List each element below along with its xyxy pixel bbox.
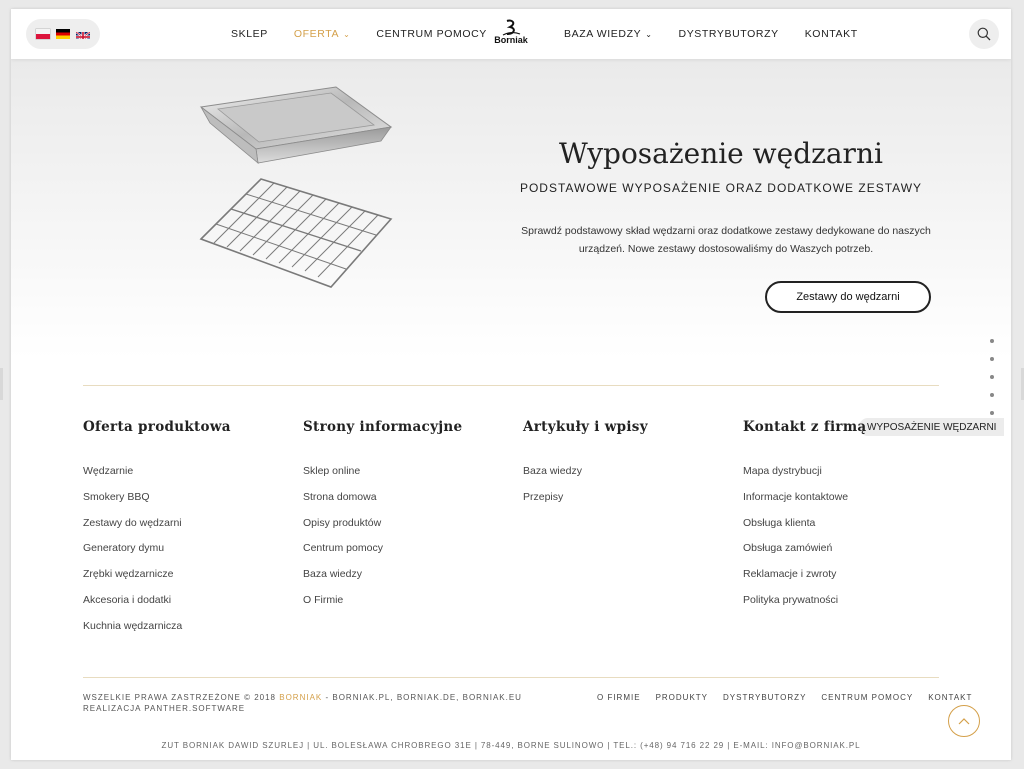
- footer-link[interactable]: Przepisy: [523, 491, 733, 517]
- section-dot[interactable]: [990, 375, 994, 379]
- nav-dystrybutorzy[interactable]: DYSTRYBUTORZY: [679, 28, 779, 40]
- footer-link[interactable]: Mapa dystrybucji: [743, 465, 953, 491]
- bottom-nav-produkty[interactable]: PRODUKTY: [656, 693, 708, 702]
- footer-column-title: Kontakt z firmą: [743, 419, 867, 435]
- footer-column-title: Oferta produktowa: [83, 419, 231, 435]
- footer-link[interactable]: Baza wiedzy: [303, 568, 513, 594]
- search-button[interactable]: [969, 19, 999, 49]
- nav-oferta[interactable]: OFERTA ⌄: [294, 28, 351, 40]
- section-dot[interactable]: [990, 357, 994, 361]
- copyright-prefix: WSZELKIE PRAWA ZASTRZEŻONE © 2018: [83, 693, 280, 702]
- footer-link[interactable]: Akcesoria i dodatki: [83, 594, 293, 620]
- search-icon: [977, 27, 991, 41]
- hero-subtitle: PODSTAWOWE WYPOSAŻENIE ORAZ DODATKOWE ZE…: [519, 181, 923, 195]
- nav-centrum-pomocy[interactable]: CENTRUM POMOCY: [376, 28, 486, 40]
- footer-column-title: Artykuły i wpisy: [523, 419, 648, 435]
- footer-link[interactable]: Sklep online: [303, 465, 513, 491]
- flag-en-icon[interactable]: [76, 29, 90, 39]
- footer-link[interactable]: Zestawy do wędzarni: [83, 517, 293, 543]
- copyright-suffix: - BORNIAK.PL, BORNIAK.DE, BORNIAK.EU: [322, 693, 522, 702]
- section-dot[interactable]: [990, 411, 994, 415]
- realization-credit[interactable]: REALIZACJA PANTHER.SOFTWARE: [83, 704, 522, 715]
- nav-label: BAZA WIEDZY: [564, 28, 642, 40]
- chevron-up-icon: [958, 718, 970, 725]
- footer-divider-bottom: [83, 677, 939, 678]
- footer-column-oferta: Oferta produktowa Wędzarnie Smokery BBQ …: [83, 419, 293, 646]
- language-switcher: [26, 19, 100, 49]
- smoker-equipment-image: [199, 86, 393, 288]
- footer-bottom-nav: O FIRMIE PRODUKTY DYSTRYBUTORZY CENTRUM …: [597, 693, 972, 702]
- footer-link[interactable]: Obsługa zamówień: [743, 542, 953, 568]
- main-nav-left: SKLEP OFERTA ⌄ CENTRUM POMOCY: [218, 9, 500, 59]
- section-dot[interactable]: [990, 339, 994, 343]
- bottom-nav-centrum-pomocy[interactable]: CENTRUM POMOCY: [821, 693, 913, 702]
- footer-link[interactable]: Baza wiedzy: [523, 465, 733, 491]
- bottom-nav-o-firmie[interactable]: O FIRMIE: [597, 693, 641, 702]
- page: SKLEP OFERTA ⌄ CENTRUM POMOCY Borniak BAZ…: [11, 9, 1011, 760]
- footer-link[interactable]: Obsługa klienta: [743, 517, 953, 543]
- logo-text: Borniak: [494, 35, 528, 45]
- copyright-line: WSZELKIE PRAWA ZASTRZEŻONE © 2018 BORNIA…: [83, 693, 522, 704]
- zestawy-button[interactable]: Zestawy do wędzarni: [765, 281, 931, 313]
- hero-title: Wyposażenie wędzarni: [559, 137, 883, 170]
- footer-link[interactable]: Kuchnia wędzarnicza: [83, 620, 293, 646]
- nav-label: CENTRUM POMOCY: [376, 28, 487, 40]
- footer-link[interactable]: Zrębki wędzarnicze: [83, 568, 293, 594]
- footer-link[interactable]: Smokery BBQ: [83, 491, 293, 517]
- footer-column-title: Strony informacyjne: [303, 419, 463, 435]
- hero-section: Wyposażenie wędzarni PODSTAWOWE WYPOSAŻE…: [11, 59, 1011, 359]
- nav-baza-wiedzy[interactable]: BAZA WIEDZY ⌄: [564, 28, 653, 40]
- footer-link[interactable]: Generatory dymu: [83, 542, 293, 568]
- footer-link[interactable]: Polityka prywatności: [743, 594, 953, 620]
- chevron-down-icon: ⌄: [645, 29, 653, 39]
- bottom-nav-kontakt[interactable]: KONTAKT: [928, 693, 972, 702]
- flag-pl-icon[interactable]: [36, 29, 50, 39]
- footer-link[interactable]: Strona domowa: [303, 491, 513, 517]
- bottom-nav-dystrybutorzy[interactable]: DYSTRYBUTORZY: [723, 693, 806, 702]
- chevron-down-icon: ⌄: [343, 29, 351, 39]
- footer-column-kontakt: Kontakt z firmą Mapa dystrybucji Informa…: [743, 419, 953, 620]
- nav-label: KONTAKT: [804, 28, 858, 40]
- footer-divider-top: [83, 385, 939, 386]
- nav-label: OFERTA: [293, 28, 340, 40]
- copyright: WSZELKIE PRAWA ZASTRZEŻONE © 2018 BORNIA…: [83, 693, 522, 714]
- left-edge-marker: [0, 368, 3, 400]
- hero-description: Sprawdź podstawowy skład wędzarni oraz d…: [521, 225, 931, 255]
- main-nav-right: BAZA WIEDZY ⌄ DYSTRYBUTORZY KONTAKT: [551, 9, 871, 59]
- nav-kontakt[interactable]: KONTAKT: [805, 28, 858, 40]
- flag-de-icon[interactable]: [56, 29, 70, 39]
- borniak-logo[interactable]: Borniak: [490, 19, 532, 51]
- nav-label: SKLEP: [231, 28, 268, 40]
- footer-column-strony: Strony informacyjne Sklep online Strona …: [303, 419, 513, 620]
- footer-link[interactable]: Reklamacje i zwroty: [743, 568, 953, 594]
- nav-label: DYSTRYBUTORZY: [678, 28, 779, 40]
- company-address: ZUT BORNIAK DAWID SZURLEJ | UL. BOLESŁAW…: [161, 741, 861, 750]
- copyright-brand-link[interactable]: BORNIAK: [279, 693, 322, 702]
- footer-column-artykuly: Artykuły i wpisy Baza wiedzy Przepisy: [523, 419, 733, 517]
- footer-link[interactable]: Centrum pomocy: [303, 542, 513, 568]
- nav-sklep[interactable]: SKLEP: [231, 28, 268, 40]
- footer-link[interactable]: O Firmie: [303, 594, 513, 620]
- footer-link[interactable]: Wędzarnie: [83, 465, 293, 491]
- scroll-to-top-button[interactable]: [948, 705, 980, 737]
- footer-link[interactable]: Informacje kontaktowe: [743, 491, 953, 517]
- section-dot[interactable]: [990, 393, 994, 397]
- footer-link[interactable]: Opisy produktów: [303, 517, 513, 543]
- site-header: SKLEP OFERTA ⌄ CENTRUM POMOCY Borniak BAZ…: [11, 9, 1011, 59]
